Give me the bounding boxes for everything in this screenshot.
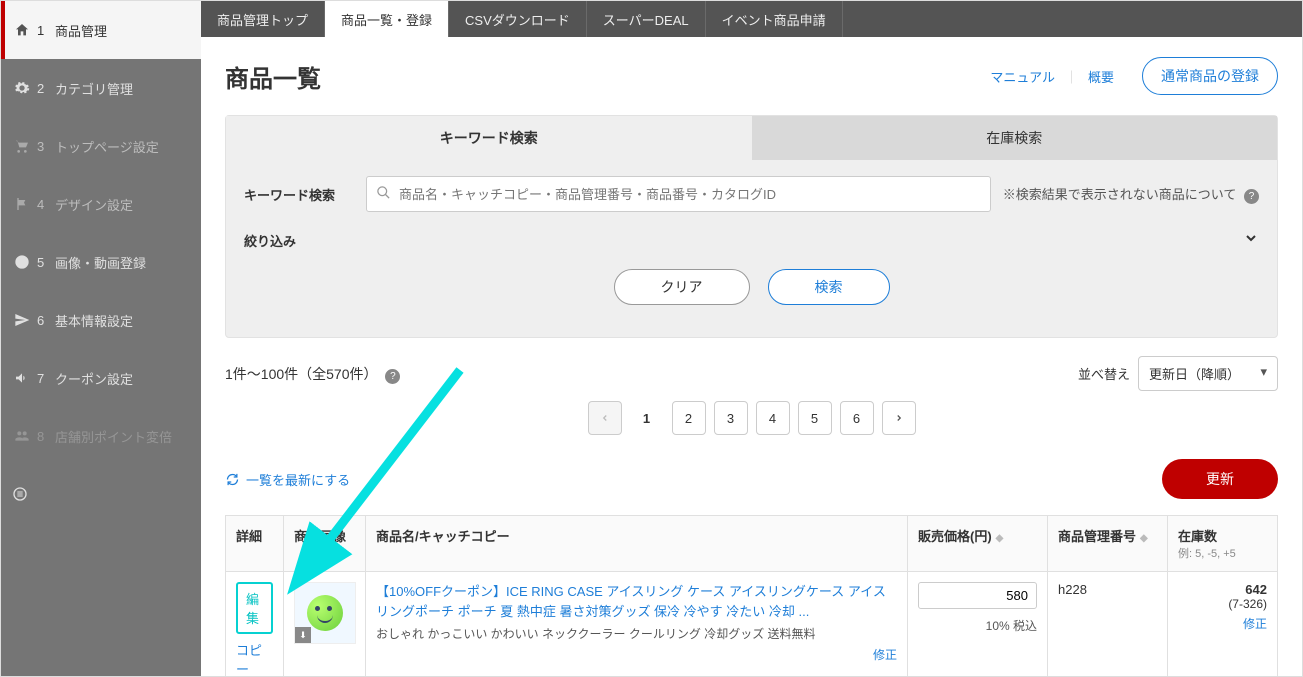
send-icon: [11, 312, 33, 328]
page-5[interactable]: 5: [798, 401, 832, 435]
modify-link[interactable]: 修正: [376, 646, 897, 663]
home-icon: [11, 22, 33, 38]
page-prev: [588, 401, 622, 435]
sidebar-item-design[interactable]: 4 デザイン設定: [1, 175, 201, 233]
sidebar-item-label: カテゴリ管理: [55, 79, 133, 98]
sidebar-item-products[interactable]: 1 商品管理: [1, 1, 201, 59]
sort-label: 並べ替え: [1078, 364, 1130, 383]
price-input[interactable]: [918, 582, 1037, 609]
sidebar-item-media[interactable]: 5 画像・動画登録: [1, 233, 201, 291]
product-table: 詳細 商品画像 商品名/キャッチコピー 販売価格(円)◆ 商品管理番号◆ 在庫数…: [225, 515, 1278, 676]
list-icon: [9, 486, 31, 502]
sidebar-item-points[interactable]: 8 店舗別ポイント変倍: [1, 407, 201, 465]
flag-icon: [11, 196, 33, 212]
top-tabs: 商品管理トップ 商品一覧・登録 CSVダウンロード スーパーDEAL イベント商…: [201, 1, 1302, 37]
product-thumbnail[interactable]: ⬇: [294, 582, 356, 644]
mgr-number: h228: [1048, 572, 1168, 677]
sort-icon: ◆: [1140, 533, 1148, 544]
refresh-icon: [225, 472, 240, 487]
th-name: 商品名/キャッチコピー: [366, 516, 908, 572]
tax-note: 10% 税込: [918, 617, 1037, 634]
search-tab-stock[interactable]: 在庫検索: [752, 116, 1278, 160]
sidebar-item-label: デザイン設定: [55, 195, 133, 214]
product-catch: おしゃれ かっこいい かわいい ネッククーラー クールリング 冷却グッズ 送料無…: [376, 625, 897, 642]
product-name-link[interactable]: 【10%OFFクーポン】ICE RING CASE アイスリング ケース アイス…: [376, 584, 886, 619]
th-stock: 在庫数例: 5, -5, +5: [1168, 516, 1278, 572]
pie-icon: [11, 254, 33, 270]
tab-csv[interactable]: CSVダウンロード: [449, 1, 587, 37]
search-panel: キーワード検索 在庫検索 キーワード検索 ※検索結果で表示されない商: [225, 115, 1278, 338]
search-icon: [376, 185, 391, 203]
th-detail: 詳細: [226, 516, 284, 572]
sidebar-extra[interactable]: [1, 465, 201, 523]
copy-link[interactable]: コピー: [236, 640, 273, 676]
results-count: 1件〜100件（全570件） ?: [225, 364, 400, 384]
th-mgr[interactable]: 商品管理番号◆: [1048, 516, 1168, 572]
manual-link[interactable]: マニュアル: [990, 67, 1055, 86]
page-4[interactable]: 4: [756, 401, 790, 435]
page-2[interactable]: 2: [672, 401, 706, 435]
sidebar-item-coupon[interactable]: 7 クーポン設定: [1, 349, 201, 407]
sort-icon: ◆: [996, 533, 1004, 544]
th-image: 商品画像: [284, 516, 366, 572]
stock-modify-link[interactable]: 修正: [1178, 615, 1267, 632]
register-product-button[interactable]: 通常商品の登録: [1142, 57, 1278, 95]
chevron-down-icon[interactable]: [1243, 230, 1259, 251]
help-icon[interactable]: ?: [385, 369, 400, 384]
sidebar-item-label: クーポン設定: [55, 369, 133, 388]
megaphone-icon: [11, 370, 33, 386]
sidebar-item-label: 画像・動画登録: [55, 253, 146, 272]
tab-product-list[interactable]: 商品一覧・登録: [325, 1, 449, 37]
cart-icon: [11, 138, 33, 154]
search-tab-keyword[interactable]: キーワード検索: [226, 116, 752, 160]
download-icon: ⬇: [295, 627, 311, 643]
help-icon[interactable]: ?: [1244, 189, 1259, 204]
update-button[interactable]: 更新: [1162, 459, 1278, 499]
sidebar-item-category[interactable]: 2 カテゴリ管理: [1, 59, 201, 117]
search-button[interactable]: 検索: [768, 269, 890, 305]
page-next[interactable]: [882, 401, 916, 435]
table-row: 編集 コピー ⬇ 【10%OFFクーポン】ICE RING CASE アイスリン…: [226, 572, 1278, 677]
edit-button[interactable]: 編集: [236, 582, 273, 634]
gear-icon: [11, 80, 33, 96]
sidebar-item-label: 店舗別ポイント変倍: [55, 427, 172, 446]
sidebar-item-toppage[interactable]: 3 トップページ設定: [1, 117, 201, 175]
stock-sub: (7-326): [1178, 597, 1267, 611]
sidebar: 1 商品管理 2 カテゴリ管理 3 トップページ設定 4 デザイン設定: [1, 1, 201, 676]
sidebar-item-label: トップページ設定: [55, 137, 159, 156]
tab-event[interactable]: イベント商品申請: [706, 1, 843, 37]
overview-link[interactable]: 概要: [1088, 67, 1114, 86]
sidebar-item-label: 商品管理: [55, 21, 107, 40]
sidebar-item-basic[interactable]: 6 基本情報設定: [1, 291, 201, 349]
keyword-input[interactable]: [366, 176, 991, 212]
pagination: 1 2 3 4 5 6: [225, 401, 1278, 435]
filter-label: 絞り込み: [244, 231, 296, 250]
page-title: 商品一覧: [225, 59, 321, 94]
tab-product-top[interactable]: 商品管理トップ: [201, 1, 325, 37]
search-note[interactable]: ※検索結果で表示されない商品について ?: [1003, 184, 1259, 204]
page-6[interactable]: 6: [840, 401, 874, 435]
tab-superdeal[interactable]: スーパーDEAL: [587, 1, 706, 37]
sidebar-item-label: 基本情報設定: [55, 311, 133, 330]
keyword-label: キーワード検索: [244, 185, 354, 204]
people-icon: [11, 428, 33, 444]
page-3[interactable]: 3: [714, 401, 748, 435]
clear-button[interactable]: クリア: [614, 269, 750, 305]
sort-select[interactable]: 更新日（降順）: [1138, 356, 1278, 391]
page-1[interactable]: 1: [630, 401, 664, 435]
stock-value: 642: [1178, 582, 1267, 597]
refresh-list-link[interactable]: 一覧を最新にする: [225, 470, 350, 489]
th-price[interactable]: 販売価格(円)◆: [908, 516, 1048, 572]
